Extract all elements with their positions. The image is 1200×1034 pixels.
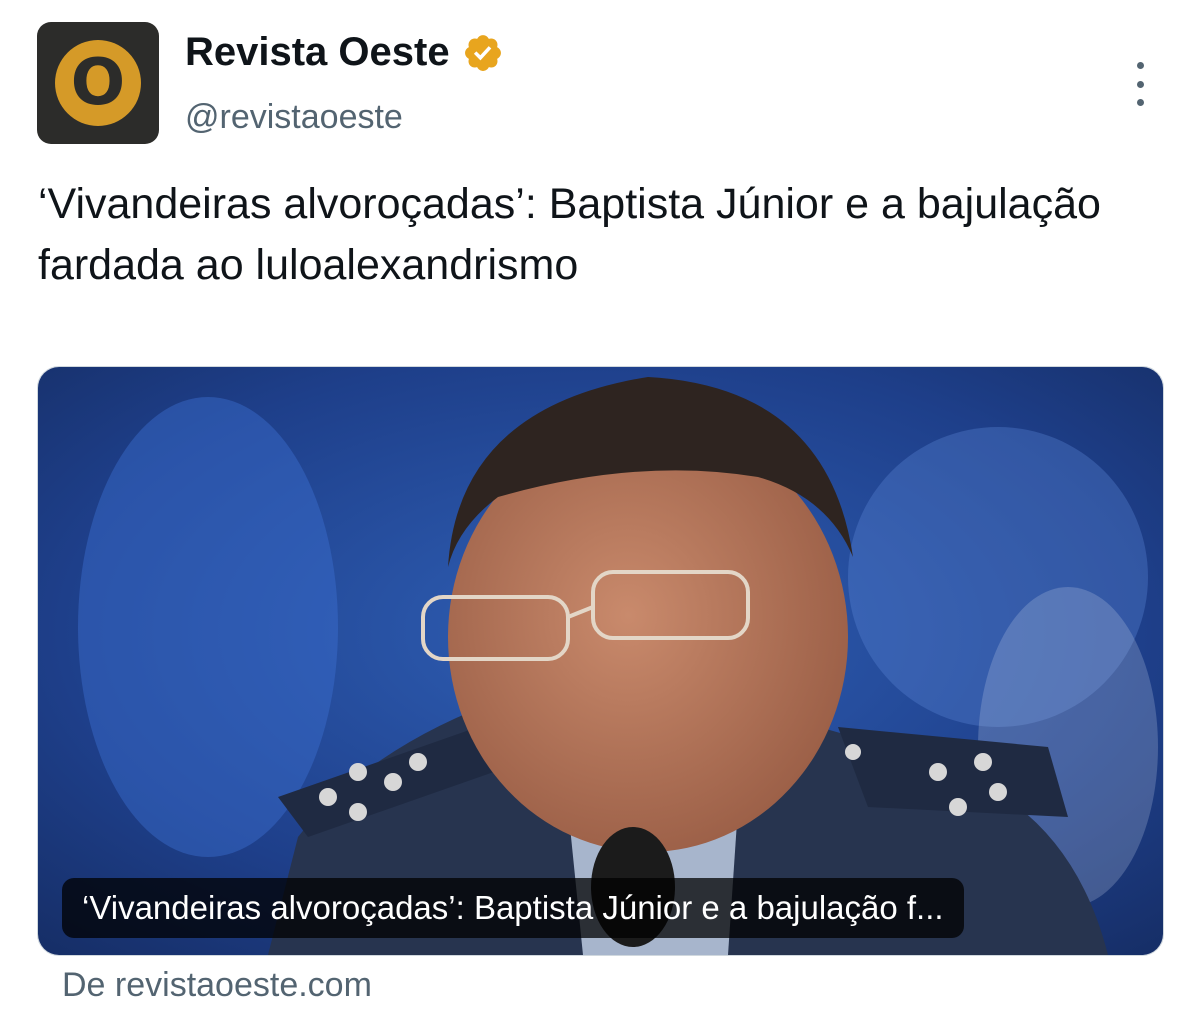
verified-badge-icon bbox=[464, 34, 501, 71]
display-name[interactable]: Revista Oeste bbox=[185, 30, 450, 75]
link-card[interactable]: ‘Vivandeiras alvoroçadas’: Baptista Júni… bbox=[37, 366, 1164, 956]
card-caption: ‘Vivandeiras alvoroçadas’: Baptista Júni… bbox=[62, 878, 964, 938]
account-name-row: Revista Oeste bbox=[185, 30, 504, 75]
tweet-text: ‘Vivandeiras alvoroçadas’: Baptista Júni… bbox=[38, 180, 1101, 289]
more-vertical-icon[interactable] bbox=[1126, 62, 1154, 106]
card-photo bbox=[38, 367, 1163, 955]
account-handle[interactable]: @revistaoeste bbox=[185, 98, 403, 137]
avatar-logo: O bbox=[55, 40, 141, 126]
card-source[interactable]: De revistaoeste.com bbox=[62, 966, 372, 1005]
avatar[interactable]: O bbox=[37, 22, 159, 144]
